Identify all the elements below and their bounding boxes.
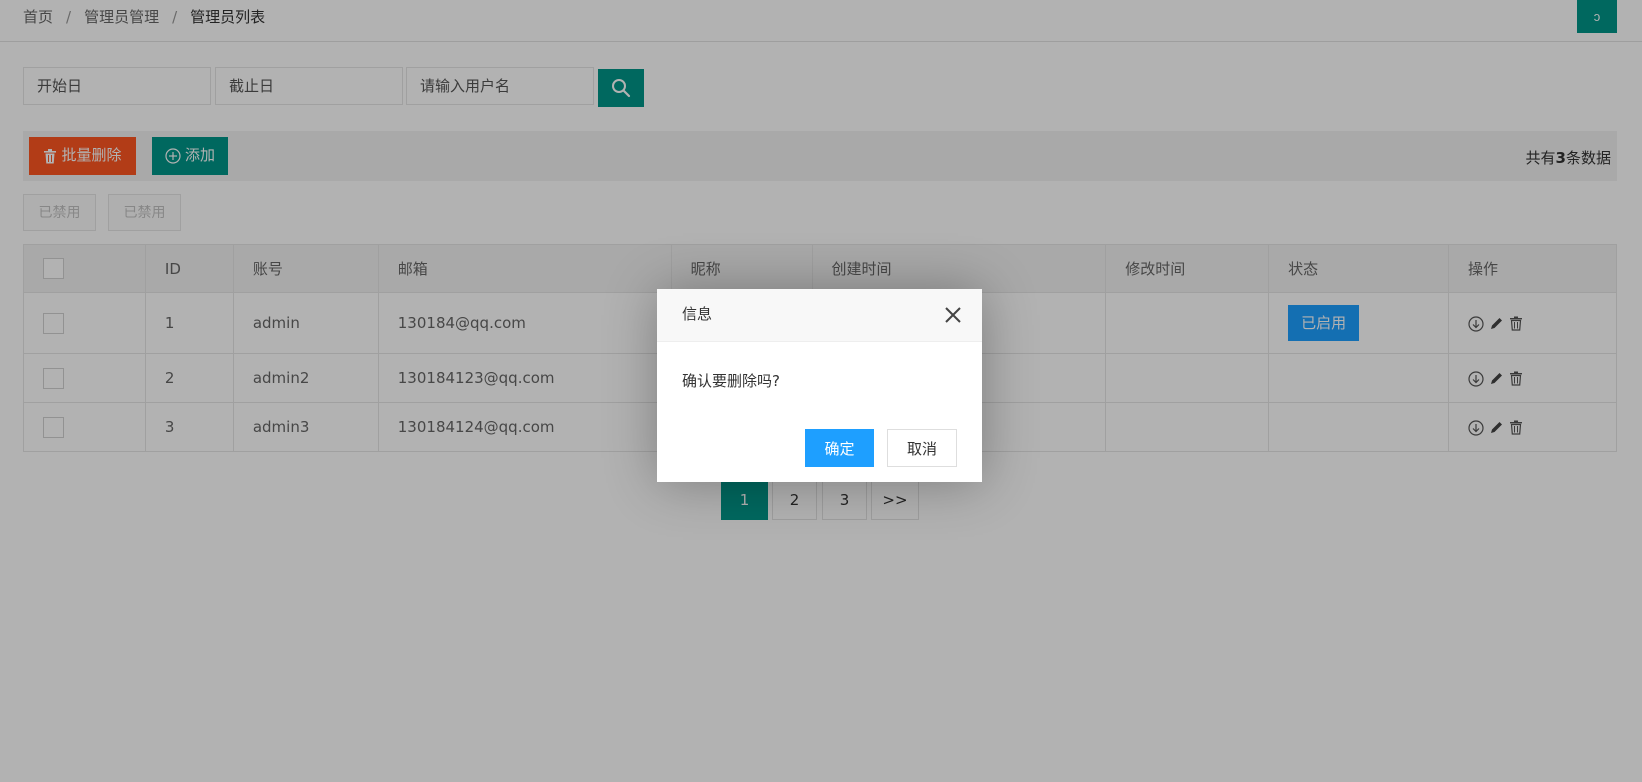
dialog-title: 信息: [682, 305, 713, 323]
close-icon[interactable]: [944, 306, 962, 324]
cancel-button[interactable]: 取消: [887, 429, 957, 467]
confirm-dialog: 信息 确认要删除吗? 确定 取消: [657, 289, 982, 482]
dialog-message: 确认要删除吗?: [682, 372, 780, 390]
dialog-header: 信息: [657, 289, 982, 342]
confirm-button[interactable]: 确定: [805, 429, 874, 467]
